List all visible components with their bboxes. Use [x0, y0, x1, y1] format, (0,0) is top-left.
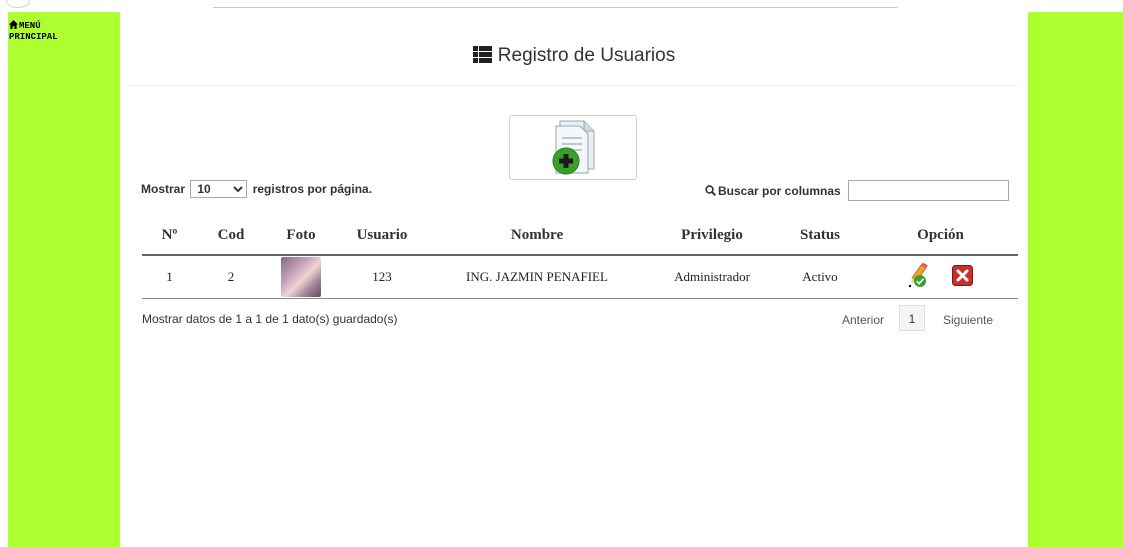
cell-nombre: ING. JAZMIN PENAFIEL: [427, 255, 647, 299]
main-menu-label-line2: PRINCIPAL: [9, 32, 58, 42]
pagination-prev[interactable]: Anterior: [842, 313, 884, 327]
users-table: Nº Cod Foto Usuario Nombre Privilegio St…: [142, 217, 1018, 299]
browser-button[interactable]: [6, 0, 30, 8]
browser-top-bar: [0, 0, 1123, 12]
cell-cod: 2: [197, 255, 265, 299]
page-length-control: Mostrar 10 registros por página.: [141, 180, 372, 198]
pagination-page-1[interactable]: 1: [899, 305, 925, 331]
column-header-nombre[interactable]: Nombre: [427, 217, 647, 256]
page-title: Registro de Usuarios: [120, 45, 1028, 67]
main-menu-link[interactable]: MENÚ PRINCIPAL: [9, 20, 58, 43]
list-icon: [472, 46, 492, 63]
column-header-usuario[interactable]: Usuario: [337, 217, 427, 256]
page-length-select[interactable]: 10: [190, 180, 248, 198]
delete-icon[interactable]: [951, 264, 973, 290]
search-input[interactable]: [848, 180, 1009, 201]
user-photo: [281, 257, 321, 297]
column-header-foto[interactable]: Foto: [265, 217, 337, 256]
page-title-text: Registro de Usuarios: [497, 45, 676, 66]
add-document-icon: [552, 120, 595, 175]
column-header-opcion[interactable]: Opción: [863, 217, 1018, 256]
edit-icon[interactable]: [908, 262, 930, 292]
main-menu-label-line1: MENÚ: [19, 21, 41, 31]
column-header-status[interactable]: Status: [777, 217, 863, 256]
cell-options: [863, 255, 1018, 299]
cell-num: 1: [142, 255, 197, 299]
column-header-cod[interactable]: Cod: [197, 217, 265, 256]
cell-status: Activo: [777, 255, 863, 299]
pagination-next[interactable]: Siguiente: [943, 313, 993, 327]
cell-privilegio: Administrador: [647, 255, 777, 299]
cell-usuario: 123: [337, 255, 427, 299]
records-label: registros por página.: [252, 182, 373, 196]
home-icon: [9, 20, 18, 29]
table-info: Mostrar datos de 1 a 1 de 1 dato(s) guar…: [142, 312, 398, 326]
add-user-button[interactable]: [509, 115, 637, 180]
table-header-row: Nº Cod Foto Usuario Nombre Privilegio St…: [142, 217, 1018, 256]
main-content: Registro de Usuarios Mostrar 10 registro…: [120, 12, 1028, 547]
search-label: Buscar por columnas: [705, 184, 841, 198]
column-header-privilegio[interactable]: Privilegio: [647, 217, 777, 256]
search-label-text: Buscar por columnas: [718, 184, 841, 198]
show-label: Mostrar: [141, 182, 186, 196]
left-sidebar: MENÚ PRINCIPAL: [8, 12, 120, 547]
column-header-num[interactable]: Nº: [142, 217, 197, 256]
search-icon: [705, 185, 717, 197]
title-divider: [128, 85, 1018, 86]
right-sidebar: [1028, 12, 1123, 547]
table-row: 1 2 123 ING. JAZMIN PENAFIEL Administrad…: [142, 255, 1018, 299]
cell-foto: [265, 255, 337, 299]
address-bar[interactable]: [213, 0, 898, 8]
